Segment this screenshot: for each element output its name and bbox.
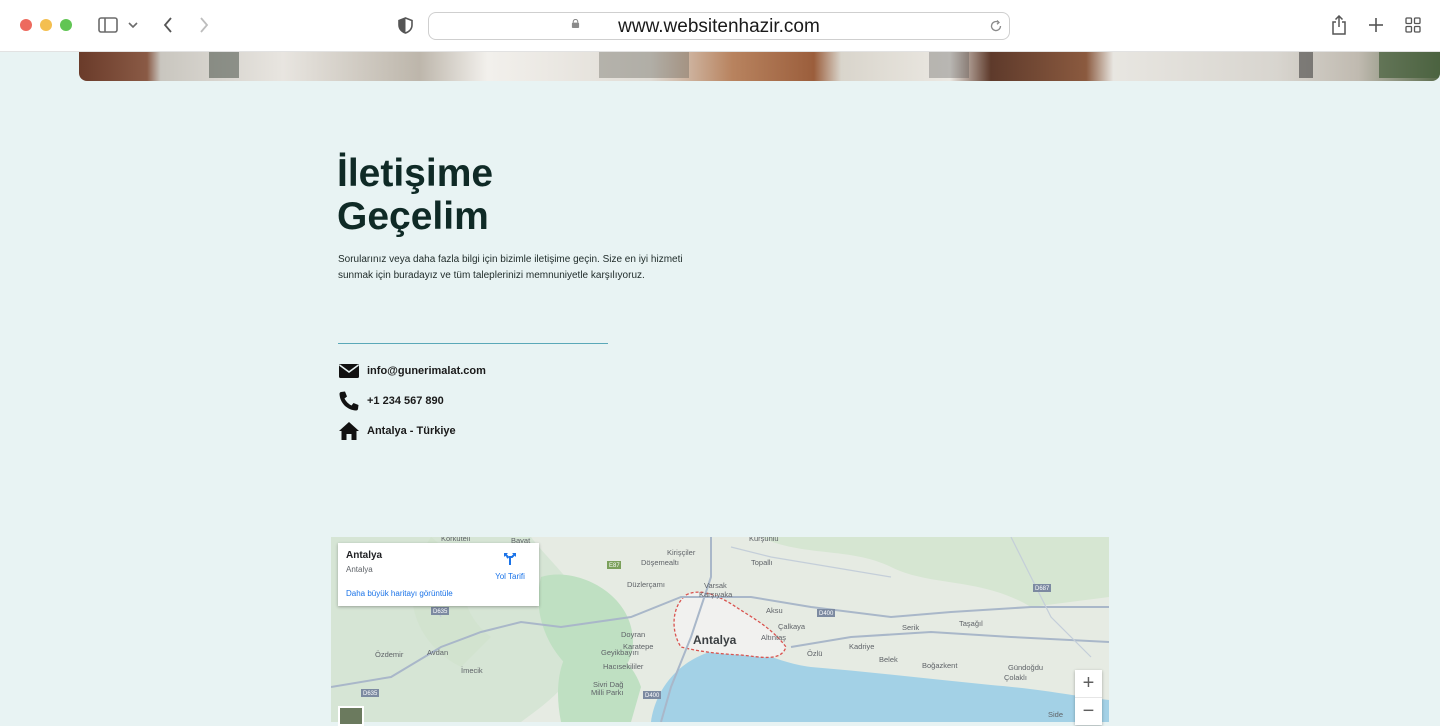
- sidebar-icon[interactable]: [98, 17, 118, 33]
- svg-text:E87: E87: [609, 563, 620, 569]
- contact-address: Antalya - Türkiye: [338, 420, 456, 442]
- svg-text:Avdan: Avdan: [427, 648, 448, 657]
- svg-text:Kadriye: Kadriye: [849, 642, 874, 651]
- new-tab-icon[interactable]: [1368, 17, 1384, 33]
- phone-icon: [339, 391, 359, 411]
- larger-map-link[interactable]: Daha büyük haritayı görüntüle: [346, 589, 453, 598]
- minimize-window-button[interactable]: [40, 19, 52, 31]
- svg-text:Aksu: Aksu: [766, 606, 783, 615]
- svg-text:Topallı: Topallı: [751, 558, 773, 567]
- city-label: Antalya: [693, 633, 737, 647]
- contact-phone[interactable]: +1 234 567 890: [338, 390, 444, 412]
- share-icon[interactable]: [1331, 15, 1347, 35]
- tabs-grid-icon[interactable]: [1405, 17, 1421, 33]
- svg-text:Çalkaya: Çalkaya: [778, 622, 806, 631]
- svg-text:Milli Parkı: Milli Parkı: [591, 688, 624, 697]
- place-address: Antalya: [346, 565, 373, 574]
- svg-text:Gündoğdu: Gündoğdu: [1008, 663, 1043, 672]
- forward-icon[interactable]: [198, 16, 210, 34]
- hero-image: [79, 52, 1440, 81]
- svg-text:Döşemealtı: Döşemealtı: [641, 558, 679, 567]
- envelope-icon: [339, 364, 359, 378]
- reload-icon[interactable]: [989, 19, 1003, 33]
- svg-text:Belek: Belek: [879, 655, 898, 664]
- shield-icon[interactable]: [398, 17, 413, 34]
- svg-text:Karşıyaka: Karşıyaka: [699, 590, 733, 599]
- svg-text:Altıntaş: Altıntaş: [761, 633, 786, 642]
- svg-text:D400: D400: [645, 693, 660, 699]
- maximize-window-button[interactable]: [60, 19, 72, 31]
- svg-text:İmecik: İmecik: [461, 666, 483, 675]
- map-info-card: Antalya Antalya Daha büyük haritayı görü…: [338, 543, 539, 606]
- home-icon: [339, 422, 359, 440]
- svg-text:Kirişçiler: Kirişçiler: [667, 548, 696, 557]
- directions-button[interactable]: Yol Tarifi: [490, 552, 530, 581]
- svg-text:Çolaklı: Çolaklı: [1004, 673, 1027, 682]
- address-bar[interactable]: www.websitenhazir.com: [428, 12, 1010, 40]
- svg-text:Hacısekililer: Hacısekililer: [603, 662, 644, 671]
- svg-text:Karatepe: Karatepe: [623, 642, 653, 651]
- place-name: Antalya: [346, 550, 383, 561]
- directions-icon: [504, 553, 516, 565]
- divider: [338, 343, 608, 344]
- zoom-in-button[interactable]: +: [1075, 670, 1102, 698]
- address-text: Antalya - Türkiye: [367, 425, 456, 437]
- url-text: www.websitenhazir.com: [618, 16, 820, 37]
- svg-text:D400: D400: [819, 611, 834, 617]
- svg-text:Taşağıl: Taşağıl: [959, 619, 983, 628]
- title-line-2: Geçelim: [337, 195, 489, 238]
- svg-text:Kurşunlu: Kurşunlu: [749, 537, 779, 543]
- svg-text:D635: D635: [433, 609, 448, 615]
- back-icon[interactable]: [162, 16, 174, 34]
- svg-text:Boğazkent: Boğazkent: [922, 661, 958, 670]
- chevron-down-icon[interactable]: [128, 21, 138, 29]
- map-layer-toggle[interactable]: [338, 706, 364, 726]
- contact-description: Sorularınız veya daha fazla bilgi için b…: [338, 254, 683, 281]
- title-line-1: İletişime: [337, 152, 494, 195]
- email-text: info@gunerimalat.com: [367, 365, 486, 377]
- phone-text: +1 234 567 890: [367, 395, 444, 407]
- page-title: İletişime Geçelim: [337, 152, 493, 238]
- close-window-button[interactable]: [20, 19, 32, 31]
- contact-email[interactable]: info@gunerimalat.com: [338, 360, 486, 382]
- browser-toolbar: www.websitenhazir.com: [0, 0, 1440, 52]
- svg-text:Özdemir: Özdemir: [375, 650, 404, 659]
- svg-text:Doyran: Doyran: [621, 630, 645, 639]
- svg-text:Varsak: Varsak: [704, 581, 727, 590]
- zoom-out-button[interactable]: −: [1075, 698, 1102, 725]
- map-zoom-controls: + −: [1075, 670, 1102, 725]
- svg-text:Düzlerçamı: Düzlerçamı: [627, 580, 665, 589]
- svg-text:Side: Side: [1048, 710, 1063, 719]
- svg-text:D635: D635: [363, 691, 378, 697]
- svg-text:Serik: Serik: [902, 623, 919, 632]
- svg-text:Özlü: Özlü: [807, 649, 822, 658]
- directions-label: Yol Tarifi: [495, 572, 525, 581]
- svg-text:D687: D687: [1035, 586, 1050, 592]
